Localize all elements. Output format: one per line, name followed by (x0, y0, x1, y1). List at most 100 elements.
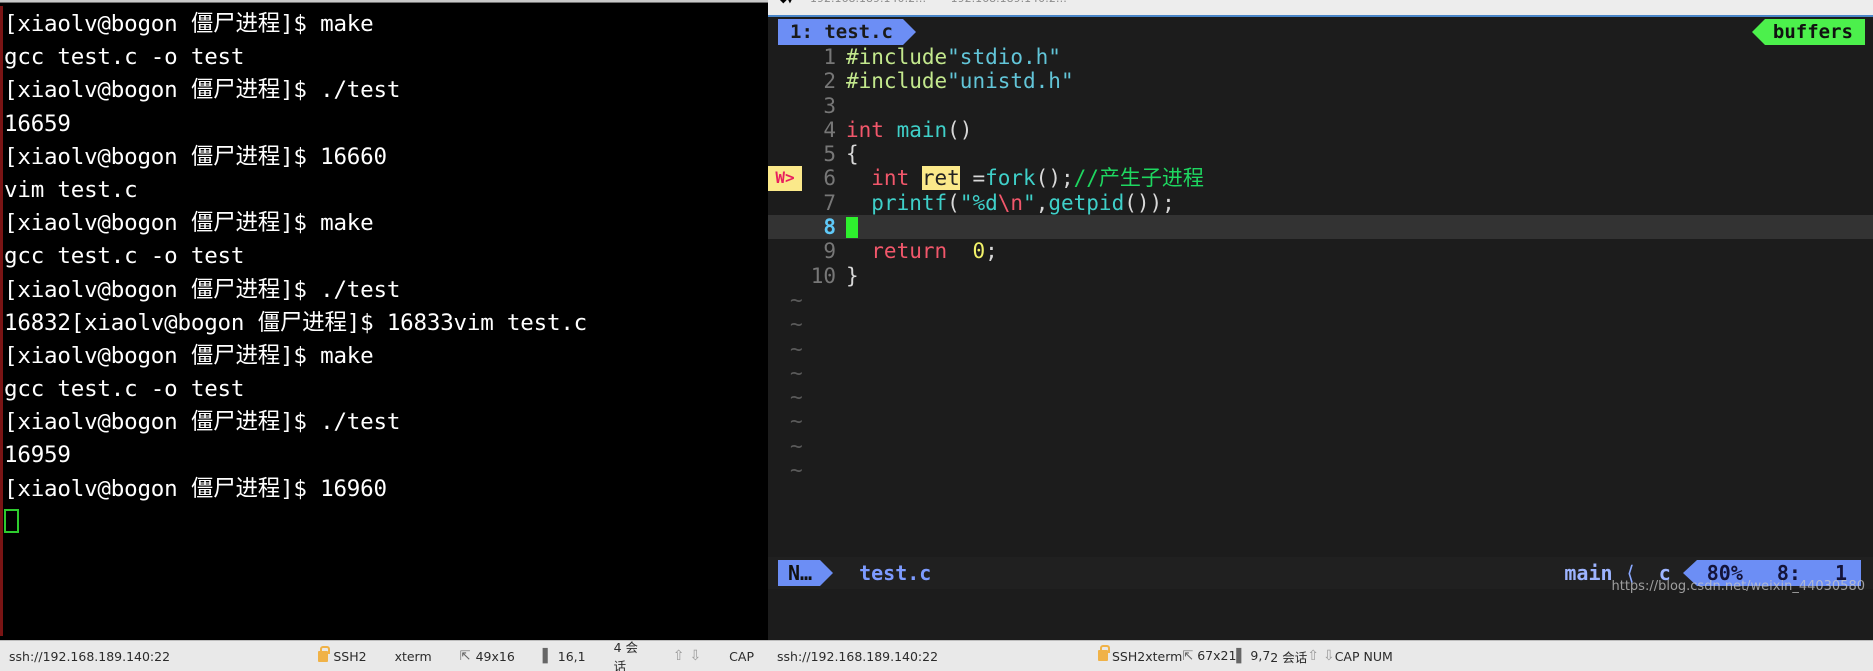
status-protocol-label-right: SSH2 (1111, 648, 1146, 664)
terminal-window-left[interactable]: [xiaolv@bogon 僵尸进程]$ make gcc test.c -o t… (0, 0, 768, 671)
terminal-line: gcc test.c -o test (4, 243, 245, 270)
window-top-border (0, 0, 768, 6)
watermark-text: https://blog.csdn.net/weixin_44030580 (1611, 579, 1865, 594)
terminal-line: [xiaolv@bogon 僵尸进程]$ 16960 (4, 475, 387, 502)
code-token: "unistd.h" (947, 69, 1074, 94)
code-token: #include (846, 69, 948, 94)
code-line[interactable]: 1 #include"stdio.h" (768, 45, 1873, 69)
code-line[interactable]: 8 (768, 215, 1873, 240)
code-line[interactable]: 7 printf("%d\n",getpid()); (768, 191, 1873, 215)
code-line[interactable]: 2 #include"unistd.h" (768, 69, 1873, 93)
code-text[interactable]: return 0; (846, 239, 1873, 263)
vim-empty-line-marker: ~ (790, 433, 803, 458)
vim-tabline[interactable]: 1: test.c buffers (768, 17, 1873, 47)
code-text[interactable]: printf("%d\n",getpid()); (846, 191, 1873, 215)
status-protocol-left: SSH2 (304, 641, 380, 671)
status-sessions-right: 2 会话 (1270, 647, 1307, 666)
vim-buffers-badge[interactable]: buffers (1751, 19, 1865, 45)
code-token: return (846, 239, 973, 264)
vim-empty-line-marker: ~ (790, 360, 803, 385)
terminal-output-left[interactable]: [xiaolv@bogon 僵尸进程]$ make gcc test.c -o t… (4, 8, 764, 632)
status-size-label-left: 49x16 (475, 648, 515, 664)
download-arrow-icon: ⇩ (689, 648, 702, 664)
vim-code-area[interactable]: 1 #include"stdio.h" 2 #include"unistd.h" 3 4 i… (768, 45, 1873, 515)
terminal-line: [xiaolv@bogon 僵尸进程]$ make (4, 210, 374, 237)
status-sessions-left: 4 会话 (600, 640, 659, 671)
status-transfer-left: ⇧ ⇩ (659, 641, 715, 671)
code-text[interactable]: int ret =fork();//产生子进程 (846, 166, 1873, 191)
code-text[interactable]: #include"stdio.h" (846, 45, 1873, 69)
code-line[interactable]: W> 6 int ret =fork();//产生子进程 (768, 166, 1873, 191)
vim-empty-line-marker: ~ (790, 409, 803, 434)
code-token: ret (921, 166, 960, 191)
resize-icon-right: ⇱ (1182, 649, 1194, 664)
session-tab-bar[interactable]: ◆▼ 192.168.189.140:2… 192.168.189.140:2… (768, 0, 1873, 17)
code-line[interactable]: 5{ (768, 142, 1873, 166)
code-token: } (846, 263, 859, 288)
code-line[interactable]: 3 (768, 94, 1873, 118)
code-token: int (846, 117, 897, 142)
line-number: 1 (823, 45, 836, 69)
code-token: " (1023, 190, 1036, 215)
code-token: ( (947, 190, 960, 215)
warning-sign-icon: W> (768, 166, 802, 191)
code-text[interactable]: int main() (846, 118, 1873, 142)
code-text[interactable] (846, 215, 1873, 239)
status-size-left: ⇱ 49x16 (446, 641, 529, 671)
upload-arrow-icon: ⇧ (672, 648, 685, 664)
status-size-right: ⇱ 67x21 (1182, 648, 1236, 664)
status-sessions-label-right: 2 会话 (1270, 649, 1308, 665)
code-token: printf (871, 190, 948, 215)
code-token: getpid (1048, 190, 1125, 215)
vim-tab-test-c[interactable]: 1: test.c (778, 19, 916, 45)
terminal-line: [xiaolv@bogon 僵尸进程]$ make (4, 11, 374, 37)
terminal-line: [xiaolv@bogon 僵尸进程]$ ./test (4, 409, 401, 436)
status-term-label-right: xterm (1145, 648, 1183, 664)
vim-empty-line-marker: ~ (790, 336, 803, 361)
status-caps-right: CAP NUM (1335, 649, 1393, 664)
terminal-line: 16832[xiaolv@bogon 僵尸进程]$ 16833vim test.… (4, 309, 588, 336)
code-line[interactable]: 9 return 0; (768, 239, 1873, 263)
code-text[interactable]: #include"unistd.h" (846, 69, 1873, 93)
status-caps-label-left: CAP (729, 648, 754, 664)
status-bar-right: ssh://192.168.189.140:22 SSH2 xterm ⇱ 67… (768, 640, 1873, 671)
terminal-line: [xiaolv@bogon 僵尸进程]$ ./test (4, 77, 401, 104)
vim-empty-line-marker: ~ (790, 458, 803, 483)
status-protocol-right: SSH2 (1098, 644, 1146, 664)
code-token: 0 (972, 239, 986, 264)
code-token: fork (985, 166, 1036, 191)
status-transfer-right: ⇧ ⇩ (1307, 648, 1334, 664)
terminal-line: gcc test.c -o test (4, 376, 245, 403)
line-number: 6 (823, 166, 836, 191)
terminal-line: [xiaolv@bogon 僵尸进程]$ 16660 (4, 143, 387, 170)
terminal-window-right[interactable]: ◆▼ 192.168.189.140:2… 192.168.189.140:2…… (768, 0, 1873, 671)
code-line[interactable]: 4 int main() (768, 118, 1873, 142)
vim-empty-line-marker: ~ (790, 287, 803, 312)
upload-arrow-icon-right: ⇧ (1307, 648, 1319, 664)
line-number: 3 (823, 93, 836, 118)
code-text[interactable]: } (846, 264, 1873, 288)
terminal-line: 16659 (4, 110, 71, 137)
terminal-line: vim test.c (4, 176, 138, 203)
cursor-pos-icon: ▌ (542, 648, 553, 664)
terminal-line: [xiaolv@bogon 僵尸进程]$ ./test (4, 276, 401, 303)
session-tab-icons: ◆▼ (780, 0, 793, 6)
terminal-cursor-line (4, 506, 764, 539)
resize-icon: ⇱ (459, 648, 471, 664)
code-token: { (846, 142, 859, 167)
code-token: (); (1035, 166, 1074, 191)
download-arrow-icon-right: ⇩ (1322, 648, 1335, 664)
status-url-right: ssh://192.168.189.140:22 (777, 648, 939, 664)
screenshot-root: [xiaolv@bogon 僵尸进程]$ make gcc test.c -o t… (0, 0, 1873, 671)
code-token: ; (985, 239, 998, 264)
terminal-cursor (4, 508, 19, 533)
status-url-left: ssh://192.168.189.140:22 (9, 648, 171, 664)
code-token: main (896, 117, 948, 142)
vim-editor[interactable]: 1: test.c buffers 1 #include"stdio.h" 2 #in… (768, 17, 1873, 627)
code-text[interactable]: { (846, 142, 1873, 166)
status-size-label-right: 67x21 (1197, 648, 1237, 663)
lock-icon-right (1098, 644, 1110, 661)
code-token: #include (846, 45, 948, 69)
code-line[interactable]: 10} (768, 264, 1873, 288)
status-cursor-right: ▌ 9,7 (1236, 648, 1270, 664)
